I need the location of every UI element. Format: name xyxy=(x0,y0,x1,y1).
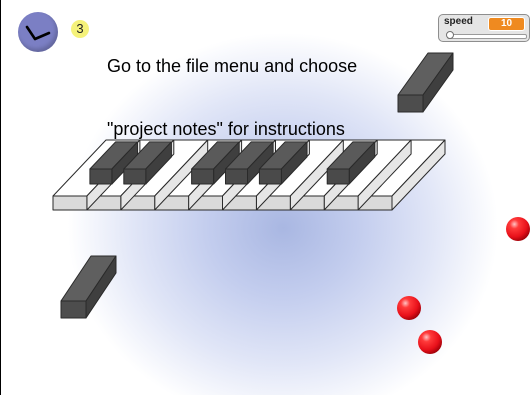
red-balls xyxy=(397,217,530,354)
clock-hand-icon xyxy=(25,25,51,41)
speed-label: speed xyxy=(444,16,473,27)
red-ball[interactable] xyxy=(397,296,421,320)
speed-value: 10 xyxy=(488,17,525,31)
instruction-line-2: "project notes" for instructions xyxy=(107,119,345,139)
stage[interactable]: 3 Go to the file menu and choose "projec… xyxy=(0,0,532,395)
speed-slider-track[interactable] xyxy=(447,34,527,39)
speed-monitor[interactable]: speed 10 xyxy=(438,14,530,42)
dark-block xyxy=(60,255,117,319)
red-ball[interactable] xyxy=(506,217,530,241)
white-key-front xyxy=(52,195,88,211)
speed-slider-thumb[interactable] xyxy=(446,31,454,39)
step-badge: 3 xyxy=(71,20,89,38)
instruction-text: Go to the file menu and choose "project … xyxy=(107,14,407,182)
red-ball[interactable] xyxy=(418,330,442,354)
dark-block-front xyxy=(60,300,87,319)
clock-sprite[interactable] xyxy=(18,12,58,52)
instruction-line-1: Go to the file menu and choose xyxy=(107,56,358,76)
